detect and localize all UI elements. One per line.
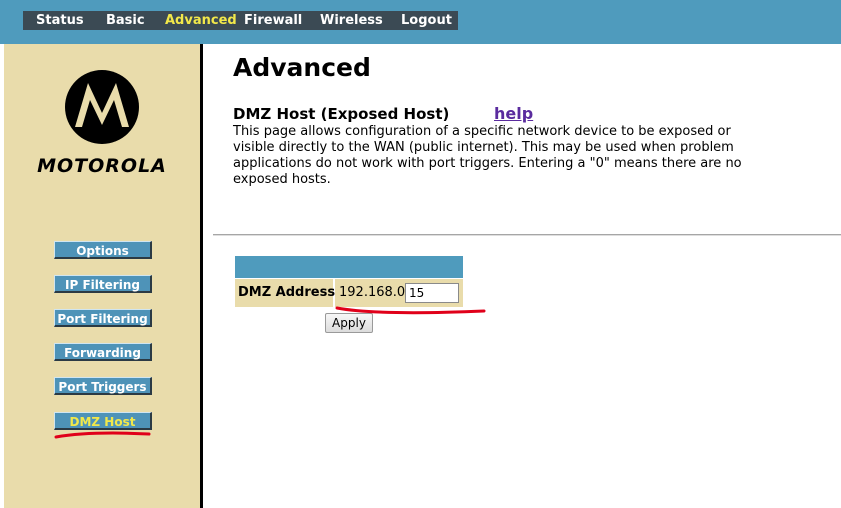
sidebar-item-forwarding[interactable]: Forwarding: [54, 343, 152, 361]
motorola-batwing-icon: [65, 70, 139, 144]
tab-status[interactable]: Status: [36, 11, 84, 30]
sidebar-item-dmz-host[interactable]: DMZ Host: [54, 412, 152, 430]
sidebar-divider: [200, 44, 203, 508]
brand-name: MOTOROLA: [37, 155, 167, 177]
tab-advanced[interactable]: Advanced: [165, 11, 237, 30]
dmz-table-header: [235, 256, 463, 278]
sidebar-item-port-filtering[interactable]: Port Filtering: [54, 309, 152, 327]
section-title: DMZ Host (Exposed Host): [233, 105, 450, 123]
sidebar: MOTOROLA Options IP Filtering Port Filte…: [4, 44, 200, 508]
horizontal-rule: [213, 234, 841, 236]
dmz-host-octet-input[interactable]: [405, 283, 459, 303]
tab-logout[interactable]: Logout: [401, 11, 452, 30]
tab-wireless[interactable]: Wireless: [320, 11, 383, 30]
top-nav-bar: Status Basic Advanced Firewall Wireless …: [0, 0, 841, 44]
sidebar-item-options[interactable]: Options: [54, 241, 152, 259]
help-link[interactable]: help: [494, 104, 533, 123]
dmz-address-label: DMZ Address: [238, 285, 336, 300]
page-description: This page allows configuration of a spec…: [233, 124, 742, 187]
apply-button[interactable]: Apply: [325, 313, 373, 333]
page-title: Advanced: [233, 53, 371, 82]
dmz-address-prefix: 192.168.0.: [339, 285, 410, 300]
sidebar-item-ip-filtering[interactable]: IP Filtering: [54, 275, 152, 293]
tab-firewall[interactable]: Firewall: [244, 11, 302, 30]
top-nav-tabs: Status Basic Advanced Firewall Wireless …: [23, 11, 458, 30]
sidebar-item-port-triggers[interactable]: Port Triggers: [54, 377, 152, 395]
tab-basic[interactable]: Basic: [106, 11, 145, 30]
